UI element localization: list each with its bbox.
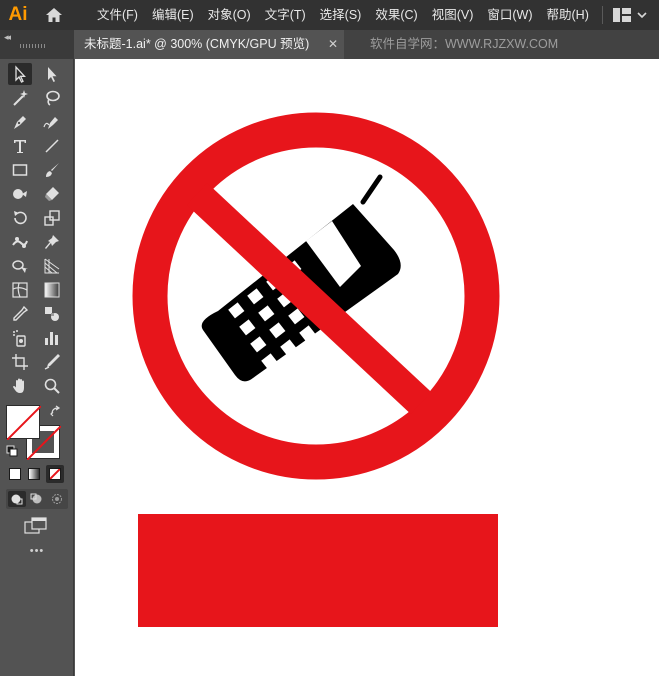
- slice-tool-icon[interactable]: [40, 351, 64, 373]
- edit-toolbar-button[interactable]: •••: [0, 545, 74, 557]
- rotate-tool-icon[interactable]: [8, 207, 32, 229]
- red-label-panel[interactable]: [138, 514, 498, 627]
- prohibition-slash: [186, 183, 432, 414]
- pin-tool-icon[interactable]: [40, 231, 64, 253]
- document-tab[interactable]: 未标题-1.ai* @ 300% (CMYK/GPU 预览): [74, 30, 344, 59]
- selection-tool-icon[interactable]: [8, 63, 32, 85]
- shape-builder-tool-icon[interactable]: [8, 255, 32, 277]
- app-logo: Ai: [8, 4, 28, 25]
- swap-fill-stroke-icon[interactable]: [50, 405, 62, 417]
- menu-edit[interactable]: 编辑(E): [145, 0, 201, 30]
- menu-view[interactable]: 视图(V): [425, 0, 481, 30]
- phone-antenna: [360, 174, 383, 205]
- toolbar-header: ◂◂: [0, 30, 74, 59]
- zoom-tool-icon[interactable]: [40, 375, 64, 397]
- drawing-modes-bar: [6, 489, 68, 509]
- collapse-panel-button[interactable]: ◂◂: [4, 32, 11, 43]
- home-icon[interactable]: [36, 0, 72, 30]
- fill-swatch[interactable]: [6, 405, 41, 440]
- menu-type[interactable]: 文字(T): [258, 0, 313, 30]
- puppet-warp-tool-icon[interactable]: [8, 231, 32, 253]
- menu-object[interactable]: 对象(O): [201, 0, 258, 30]
- eraser-tool-icon[interactable]: [40, 183, 64, 205]
- hand-tool-icon[interactable]: [8, 375, 32, 397]
- artboard-tool-icon[interactable]: [8, 351, 32, 373]
- lasso-tool-icon[interactable]: [40, 87, 64, 109]
- close-tab-button[interactable]: ✕: [326, 30, 340, 59]
- color-mode-button[interactable]: [9, 468, 21, 480]
- menu-select[interactable]: 选择(S): [313, 0, 369, 30]
- none-mode-button[interactable]: [46, 465, 64, 483]
- eyedropper-tool-icon[interactable]: [8, 303, 32, 325]
- shaper-tool-icon[interactable]: [8, 183, 32, 205]
- menu-divider: [601, 6, 603, 24]
- curvature-tool-icon[interactable]: [40, 111, 64, 133]
- paintbrush-tool-icon[interactable]: [40, 159, 64, 181]
- default-fill-stroke-icon[interactable]: [6, 445, 18, 457]
- gradient-mode-button[interactable]: [28, 468, 40, 480]
- toolbar-grip-handle[interactable]: [20, 44, 46, 48]
- site-watermark: 软件自学网：WWW.RJZXW.COM: [370, 37, 559, 51]
- line-segment-tool-icon[interactable]: [40, 135, 64, 157]
- illustrator-window: Ai 文件(F) 编辑(E) 对象(O) 文字(T) 选择(S) 效果(C) 视…: [0, 0, 659, 676]
- menu-list: 文件(F) 编辑(E) 对象(O) 文字(T) 选择(S) 效果(C) 视图(V…: [90, 0, 596, 30]
- menu-help[interactable]: 帮助(H): [540, 0, 596, 30]
- perspective-grid-tool-icon[interactable]: [40, 255, 64, 277]
- column-graph-tool-icon[interactable]: [40, 327, 64, 349]
- symbol-sprayer-tool-icon[interactable]: [8, 327, 32, 349]
- draw-behind-icon[interactable]: [28, 491, 46, 507]
- menu-effect[interactable]: 效果(C): [368, 0, 424, 30]
- menu-file[interactable]: 文件(F): [90, 0, 145, 30]
- tools-panel: •••: [0, 59, 74, 676]
- draw-inside-icon[interactable]: [48, 491, 66, 507]
- magic-wand-tool-icon[interactable]: [8, 87, 32, 109]
- draw-normal-icon[interactable]: [8, 491, 26, 507]
- direct-selection-tool-icon[interactable]: [40, 63, 64, 85]
- menu-window[interactable]: 窗口(W): [480, 0, 539, 30]
- gradient-tool-icon[interactable]: [40, 279, 64, 301]
- pen-tool-icon[interactable]: [8, 111, 32, 133]
- workspace-switcher-icon: [612, 8, 631, 22]
- rectangle-tool-icon[interactable]: [8, 159, 32, 181]
- menu-bar: Ai 文件(F) 编辑(E) 对象(O) 文字(T) 选择(S) 效果(C) 视…: [0, 0, 659, 30]
- type-tool-icon[interactable]: [8, 135, 32, 157]
- chevron-down-icon: [637, 12, 647, 19]
- screen-mode-icon[interactable]: [24, 517, 48, 535]
- blend-tool-icon[interactable]: [40, 303, 64, 325]
- workspace-switcher-button[interactable]: [612, 8, 647, 22]
- scale-tool-icon[interactable]: [40, 207, 64, 229]
- fill-stroke-swatches: [6, 405, 62, 461]
- mesh-tool-icon[interactable]: [8, 279, 32, 301]
- artboard-canvas[interactable]: [75, 59, 659, 676]
